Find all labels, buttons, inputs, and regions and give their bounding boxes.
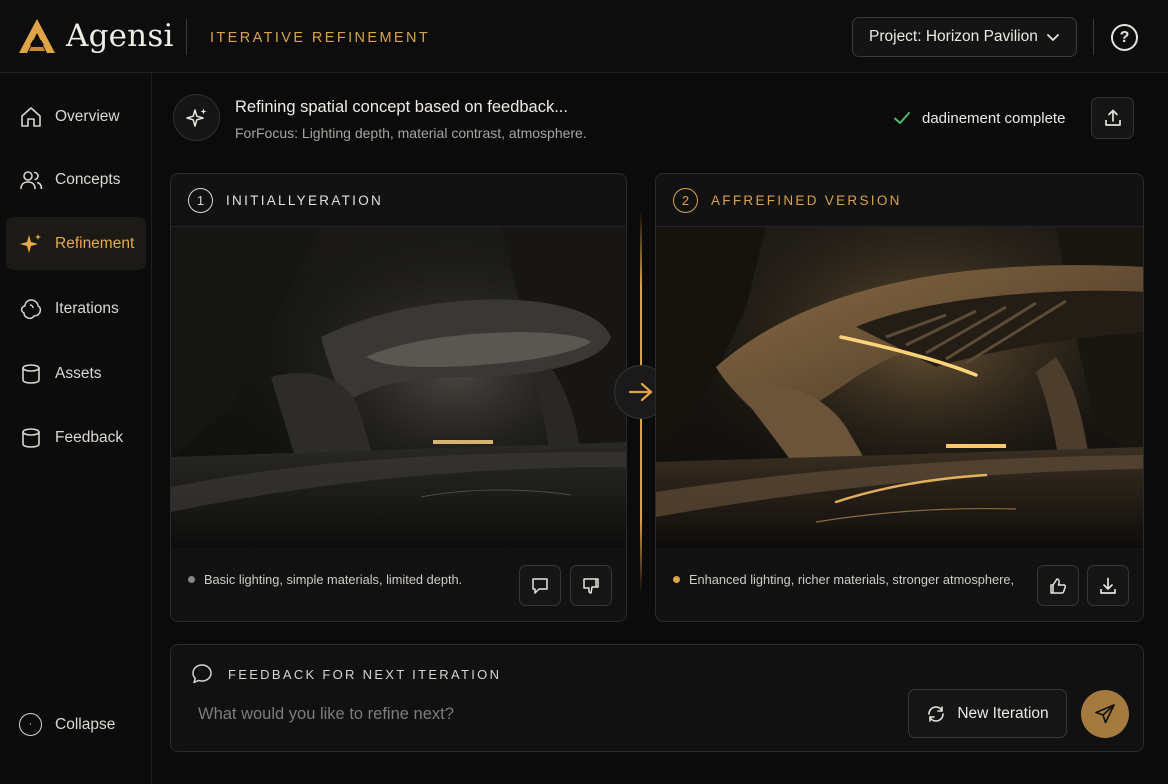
- home-icon: [21, 106, 41, 127]
- refined-render-image[interactable]: [656, 227, 1143, 548]
- download-button[interactable]: [1087, 565, 1129, 606]
- help-button[interactable]: ?: [1111, 24, 1138, 51]
- iterations-icon: [20, 298, 42, 319]
- status-subtitle: ForFocus: Lighting depth, material contr…: [235, 125, 587, 141]
- page-title: ITERATIVE REFINEMENT: [210, 30, 431, 46]
- comment-button[interactable]: [519, 565, 561, 606]
- status-badge-label: dadinement complete: [922, 109, 1066, 127]
- sidebar-item-label: Iterations: [55, 299, 119, 317]
- sparkle-icon: [185, 108, 206, 127]
- sidebar-item-concepts[interactable]: Concepts: [6, 153, 146, 206]
- project-select-label: Project: Horizon Pavilion: [869, 28, 1038, 45]
- upload-icon: [1104, 109, 1121, 126]
- download-icon: [1100, 577, 1116, 594]
- status-dot: [188, 576, 195, 583]
- top-header: Agensi ITERATIVE REFINEMENT Project: Hor…: [0, 0, 1168, 73]
- feedback-header: FEEDBACK FOR NEXT ITERATION: [190, 662, 501, 686]
- feedback-label: FEEDBACK FOR NEXT ITERATION: [228, 666, 502, 682]
- thumbs-down-button[interactable]: [570, 565, 612, 606]
- export-button[interactable]: [1091, 97, 1134, 139]
- thumbs-up-icon: [1050, 577, 1067, 594]
- help-icon: ?: [1119, 28, 1130, 46]
- collapse-icon: ·: [19, 713, 42, 736]
- card-title: AFFREFINED VERSION: [711, 192, 902, 208]
- ai-status-icon: [173, 94, 220, 141]
- status-title: Refining spatial concept based on feedba…: [235, 98, 568, 116]
- sidebar-item-iterations[interactable]: Iterations: [6, 282, 146, 335]
- sidebar-item-label: Assets: [55, 364, 102, 382]
- collapse-label: Collapse: [55, 715, 116, 733]
- refined-version-card: 2 AFFREFINED VERSION Enhanced lighting, …: [655, 173, 1144, 622]
- status-badge: dadinement complete: [893, 109, 1065, 127]
- pavilion-render-refined: [656, 227, 1143, 548]
- sparkle-icon: [20, 233, 41, 253]
- sidebar: Overview Concepts Refinement Iterations …: [0, 73, 152, 784]
- sidebar-item-overview[interactable]: Overview: [6, 90, 146, 143]
- brand-logo[interactable]: Agensi: [18, 18, 174, 54]
- step-number: 2: [673, 187, 698, 213]
- send-button[interactable]: [1081, 690, 1129, 738]
- card-footer: Basic lighting, simple materials, limite…: [171, 548, 626, 621]
- database-icon: [22, 427, 40, 448]
- send-icon: [1095, 704, 1115, 724]
- check-icon: [894, 112, 910, 124]
- sidebar-item-refinement[interactable]: Refinement: [6, 217, 146, 270]
- feedback-panel: FEEDBACK FOR NEXT ITERATION New Iteratio…: [170, 644, 1144, 752]
- database-icon: [22, 363, 40, 384]
- sidebar-item-assets[interactable]: Assets: [6, 347, 146, 400]
- feedback-input[interactable]: [198, 701, 888, 727]
- caption-text: Enhanced lighting, richer materials, str…: [689, 572, 1015, 587]
- iteration-caption: Basic lighting, simple materials, limite…: [188, 572, 462, 587]
- sidebar-item-label: Refinement: [55, 234, 135, 252]
- caption-text: Basic lighting, simple materials, limite…: [204, 572, 463, 587]
- sidebar-item-label: Overview: [55, 107, 120, 125]
- initial-iteration-card: 1 INITIALLYERATION Basic lighting, simpl…: [170, 173, 627, 622]
- header-divider-right: [1093, 19, 1094, 55]
- comment-icon: [532, 577, 548, 594]
- brand-name: Agensi: [66, 18, 174, 54]
- thumbs-down-icon: [583, 577, 599, 594]
- thumbs-up-button[interactable]: [1037, 565, 1079, 606]
- collapse-button[interactable]: · Collapse: [19, 713, 115, 736]
- project-select[interactable]: Project: Horizon Pavilion: [852, 17, 1077, 57]
- iteration-caption: Enhanced lighting, richer materials, str…: [673, 572, 1014, 587]
- sidebar-item-feedback[interactable]: Feedback: [6, 411, 146, 464]
- sidebar-item-label: Concepts: [55, 170, 121, 188]
- sidebar-item-label: Feedback: [55, 428, 124, 446]
- agensi-logo-icon: [19, 19, 55, 53]
- step-number: 1: [188, 187, 213, 213]
- new-iteration-button[interactable]: New Iteration: [908, 689, 1067, 738]
- status-dot: [673, 576, 680, 583]
- card-header: 2 AFFREFINED VERSION: [656, 174, 1143, 227]
- card-footer: Enhanced lighting, richer materials, str…: [656, 548, 1143, 621]
- refresh-icon: [928, 705, 945, 722]
- users-icon: [20, 170, 43, 189]
- chevron-down-icon: [1047, 34, 1059, 41]
- new-iteration-label: New Iteration: [957, 704, 1049, 722]
- initial-render-image[interactable]: [171, 227, 626, 548]
- card-title: INITIALLYERATION: [226, 192, 384, 208]
- header-divider: [186, 19, 187, 55]
- arrow-right-icon: [628, 382, 653, 402]
- card-header: 1 INITIALLYERATION: [171, 174, 626, 227]
- chat-bubble-icon: [192, 664, 212, 684]
- pavilion-render-initial: [171, 227, 626, 548]
